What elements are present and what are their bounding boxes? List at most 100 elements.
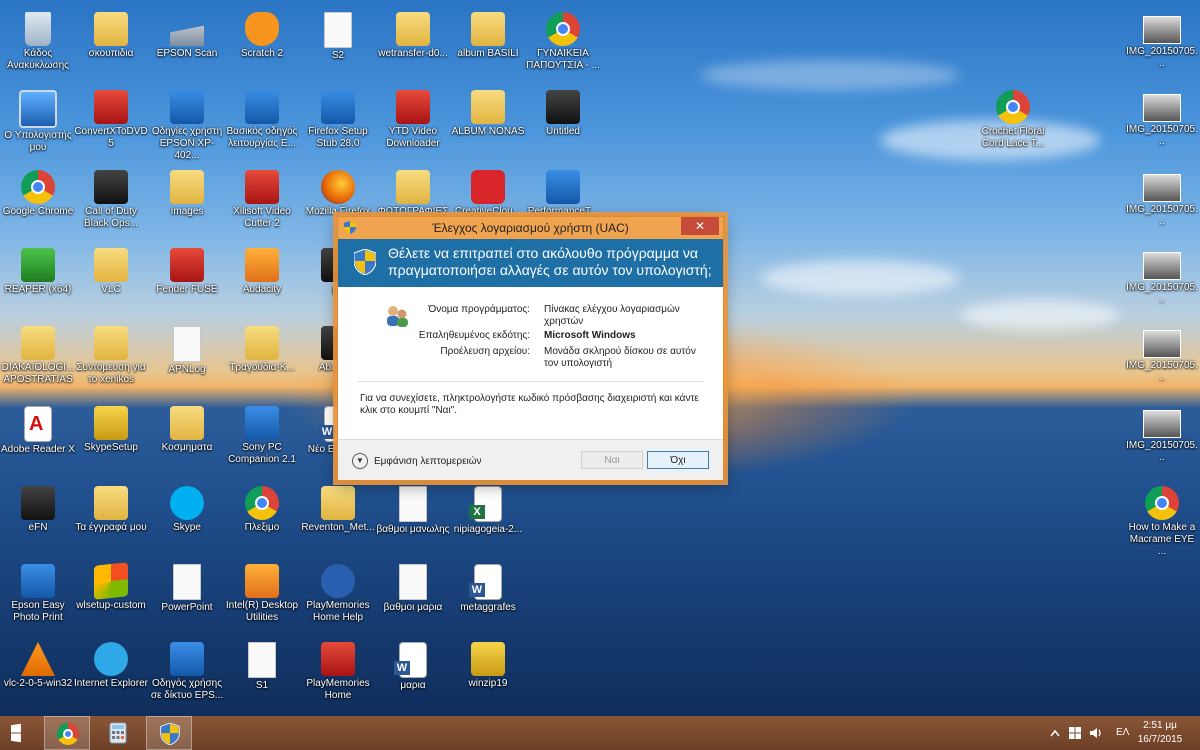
desktop-icon[interactable]: PlayMemories Home — [300, 636, 376, 714]
desktop-icon[interactable]: Crochet Floral Cord Lace T... — [975, 84, 1051, 162]
desktop-icon[interactable]: winzip19 — [450, 636, 526, 714]
show-details-toggle[interactable]: ▼ Εμφάνιση λεπτομερειών — [352, 452, 482, 470]
desktop-icon[interactable]: Κάδος Ανακύκλωσης — [0, 6, 76, 84]
desktop-icon[interactable]: βαθμοι μαρια — [375, 558, 451, 636]
desktop-icon[interactable]: Οδηγός χρήσης σε δίκτυο EPS... — [149, 636, 225, 714]
desktop-icon[interactable]: eFN — [0, 480, 76, 558]
chrome-icon — [57, 723, 79, 745]
taskbar-chrome[interactable] — [44, 716, 90, 750]
desktop-icon[interactable]: Internet Explorer — [73, 636, 149, 714]
chrome-icon — [245, 486, 279, 520]
desktop-icon[interactable]: Ο Υπολογιστής μου — [0, 84, 76, 162]
desktop-icon[interactable]: Πλεξιμο — [224, 480, 300, 558]
desktop-icon[interactable]: Συντομευση για το xenikos — [73, 320, 149, 398]
desktop-icon[interactable]: Βασικός οδηγός λειτουργίας E... — [224, 84, 300, 162]
desktop-icon[interactable]: Epson Easy Photo Print — [0, 558, 76, 636]
desktop-icon[interactable]: IMG_20150705... — [1124, 242, 1200, 320]
help-icon — [321, 564, 355, 598]
no-button[interactable]: Όχι — [647, 451, 709, 469]
taskbar-uac[interactable] — [146, 716, 192, 750]
desktop-icon[interactable]: Τα έγγραφά μου — [73, 480, 149, 558]
desktop-icon[interactable]: Skype — [149, 480, 225, 558]
desktop-icon[interactable]: Adobe Reader X — [0, 400, 76, 478]
desktop-icon[interactable]: ConvertXToDVD 5 — [73, 84, 149, 162]
start-button[interactable] — [0, 716, 46, 750]
desktop-icon[interactable]: S2 — [300, 6, 376, 84]
folder-icon — [471, 12, 505, 46]
desktop-icon[interactable]: wetransfer-d0... — [375, 6, 451, 84]
desktop-icon[interactable]: IMG_20150705... — [1124, 6, 1200, 84]
desktop-icon[interactable]: VLC — [73, 242, 149, 320]
desktop-icon[interactable]: Google Chrome — [0, 164, 76, 242]
desktop-icon[interactable]: vlc-2-0-5-win32 — [0, 636, 76, 714]
volume-icon[interactable] — [1088, 726, 1102, 740]
desktop-icon[interactable]: Call of Duty Black Ops... — [73, 164, 149, 242]
input-language[interactable]: ΕΛ — [1116, 727, 1129, 741]
desktop-icon[interactable]: metaggrafes — [450, 558, 526, 636]
desktop-icon[interactable]: Intel(R) Desktop Utilities — [224, 558, 300, 636]
desktop-icon[interactable]: Κοσμηματα — [149, 400, 225, 478]
document-icon — [399, 486, 427, 522]
desktop-icon[interactable]: Reventon_Met... — [300, 480, 376, 558]
desktop-icon[interactable]: Images — [149, 164, 225, 242]
desktop-icon[interactable]: PowerPoint — [149, 558, 225, 636]
desktop-icon[interactable]: Τραγούδια-Κ... — [224, 320, 300, 398]
desktop-icon[interactable]: IMG_20150705... — [1124, 320, 1200, 398]
show-hidden-icons-icon[interactable] — [1050, 729, 1060, 737]
desktop-icon[interactable]: IMG_20150705... — [1124, 164, 1200, 242]
desktop-icon[interactable]: APNLog — [149, 320, 225, 398]
desktop-icon-label: winzip19 — [468, 678, 508, 689]
pdf-icon — [24, 406, 52, 442]
desktop-icon-label: eFN — [28, 522, 48, 533]
uac-titlebar[interactable]: Έλεγχος λογαριασμού χρήστη (UAC) ✕ — [338, 217, 723, 239]
show-details-label: Εμφάνιση λεπτομερειών — [374, 455, 482, 467]
desktop-icon[interactable]: ΓΥΝΑΙΚΕΙΑ ΠΑΠΟΥΤΣΙΑ - ... — [525, 6, 601, 84]
desktop-icon[interactable]: Xilisoft Video Cutter 2 — [224, 164, 300, 242]
desktop-icon[interactable]: REAPER (x64) — [0, 242, 76, 320]
chrome-icon — [21, 170, 55, 204]
desktop-icon-label: Πλεξιμο — [244, 522, 280, 533]
desktop-icon[interactable]: Fender FUSE — [149, 242, 225, 320]
desktop-icon[interactable]: Sony PC Companion 2.1 — [224, 400, 300, 478]
desktop-icon[interactable]: SkypeSetup — [73, 400, 149, 478]
desktop-icon[interactable]: Untitled — [525, 84, 601, 162]
desktop-icon[interactable]: IMG_20150705... — [1124, 84, 1200, 162]
desktop-icon[interactable]: nipiagogeia-2... — [450, 480, 526, 558]
desktop-icon[interactable]: wlsetup-custom — [73, 558, 149, 636]
desktop-icon[interactable]: Firefox Setup Stub 28.0 — [300, 84, 376, 162]
shield-icon — [354, 249, 376, 275]
uac-headline: Θέλετε να επιτραπεί στο ακόλουθο πρόγραμ… — [388, 245, 712, 278]
desktop-icon[interactable]: PlayMemories Home Help — [300, 558, 376, 636]
image-thumbnail-icon — [1143, 94, 1181, 122]
desktop-icon[interactable]: EPSON Scan — [149, 6, 225, 84]
folder-icon — [21, 326, 55, 360]
desktop-icon[interactable]: How to Make a Macrame EYE ... — [1124, 480, 1200, 558]
desktop-icon[interactable]: βαθμοι μανωλης — [375, 480, 451, 558]
uac-title: Έλεγχος λογαριασμού χρήστη (UAC) — [432, 221, 629, 235]
desktop-icon[interactable]: IMG_20150705... — [1124, 400, 1200, 478]
desktop-icon-label: Οδηγίες χρήστη EPSON XP-402... — [151, 126, 223, 161]
close-button[interactable]: ✕ — [681, 217, 719, 235]
desktop-icon[interactable]: album BASILI — [450, 6, 526, 84]
desktop-icon[interactable]: σκουπιδια — [73, 6, 149, 84]
uac-dialog: Έλεγχος λογαριασμού χρήστη (UAC) ✕ Θέλετ… — [337, 216, 724, 481]
image-thumbnail-icon — [1143, 410, 1181, 438]
folder-icon — [170, 406, 204, 440]
desktop-icon-label: ALBUM NONAS — [451, 126, 525, 137]
desktop-icon[interactable]: Scratch 2 — [224, 6, 300, 84]
desktop-icon[interactable]: YTD Video Downloader — [375, 84, 451, 162]
action-center-flag-icon[interactable] — [1068, 726, 1082, 740]
firefox-icon — [321, 170, 355, 204]
desktop-icon-label: SkypeSetup — [84, 442, 138, 453]
program-name-value: Πίνακας ελέγχου λογαριασμών χρηστών — [544, 304, 680, 327]
desktop-icon[interactable]: DIAKAIOLOGI... APOSTRATIAS — [0, 320, 76, 398]
yes-button[interactable]: Ναι — [581, 451, 643, 469]
desktop-icon[interactable]: Οδηγίες χρήστη EPSON XP-402... — [149, 84, 225, 162]
vlc-icon — [21, 642, 55, 676]
desktop-icon-label: Images — [170, 206, 204, 217]
desktop-icon[interactable]: ALBUM NONAS — [450, 84, 526, 162]
desktop-icon[interactable]: μαρια — [375, 636, 451, 714]
desktop-icon[interactable]: S1 — [224, 636, 300, 714]
desktop-icon[interactable]: Audacity — [224, 242, 300, 320]
taskbar-calculator[interactable] — [95, 716, 141, 750]
